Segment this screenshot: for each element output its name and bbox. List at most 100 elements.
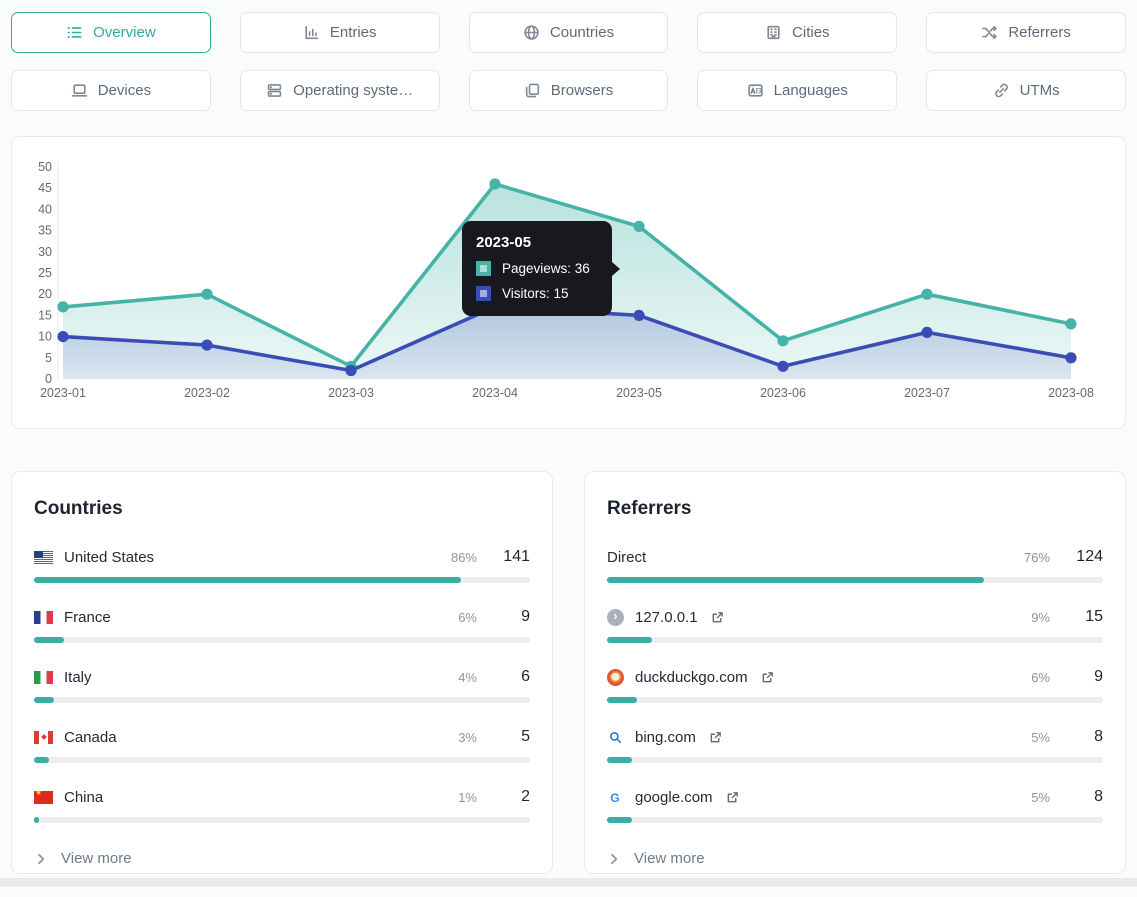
svg-text:15: 15: [38, 308, 52, 322]
row-progress-track: [607, 817, 1103, 823]
svg-text:40: 40: [38, 202, 52, 216]
svg-text:0: 0: [45, 372, 52, 386]
row-progress-fill: [607, 757, 632, 763]
svg-text:G: G: [610, 790, 619, 804]
countries-row[interactable]: Canada 3% 5: [34, 727, 530, 763]
view-more-label: View more: [634, 850, 705, 867]
flag-ca-icon: [34, 730, 53, 744]
chart-tooltip: 2023-05 Pageviews: 36 Visitors: 15: [462, 221, 620, 316]
flag-fr-icon: [34, 610, 53, 624]
external-link-icon[interactable]: [709, 731, 722, 744]
row-percent: 86%: [450, 549, 477, 565]
row-top: Direct 76% 124: [607, 547, 1103, 567]
countries-row[interactable]: Italy 4% 6: [34, 667, 530, 703]
row-name[interactable]: Canada: [64, 729, 117, 746]
row-name[interactable]: Direct: [607, 549, 646, 566]
referrers-row[interactable]: › 127.0.0.1 9% 15: [607, 607, 1103, 643]
row-top: Italy 4% 6: [34, 667, 530, 687]
tab-devices[interactable]: Devices: [11, 70, 211, 111]
row-progress-fill: [607, 697, 637, 703]
row-percent: 5%: [1031, 789, 1050, 805]
row-name[interactable]: United States: [64, 549, 154, 566]
svg-text:5: 5: [45, 351, 52, 365]
flag-cn-icon: [34, 790, 53, 804]
row-value: 5: [521, 728, 530, 745]
next-section-edge: [0, 878, 1137, 887]
row-value: 6: [521, 668, 530, 685]
tooltip-row-text: Visitors: 15: [502, 286, 569, 301]
tab-referrers[interactable]: Referrers: [926, 12, 1126, 53]
svg-text:25: 25: [38, 266, 52, 280]
svg-text:30: 30: [38, 245, 52, 259]
referrers-row[interactable]: bing.com 5% 8: [607, 727, 1103, 763]
row-name[interactable]: bing.com: [635, 729, 696, 746]
countries-title: Countries: [34, 498, 123, 519]
external-link-icon[interactable]: [711, 611, 724, 624]
referrers-card: Referrers Direct 76% 124 › 127.0.0.1 9% 15 duckd…: [584, 471, 1126, 874]
chart-icon: [303, 24, 320, 41]
tab-label: Browsers: [550, 82, 614, 99]
row-name[interactable]: France: [64, 609, 111, 626]
globe-icon: [523, 24, 540, 41]
tab-label: Devices: [97, 82, 152, 99]
row-value: 9: [521, 608, 530, 625]
tab-cities[interactable]: Cities: [697, 12, 898, 53]
row-top: Canada 3% 5: [34, 727, 530, 747]
countries-row[interactable]: France 6% 9: [34, 607, 530, 643]
svg-text:2023-03: 2023-03: [328, 386, 374, 400]
row-percent: 6%: [1031, 669, 1050, 685]
tab-operating-systems[interactable]: Operating syste…: [239, 70, 440, 111]
countries-row[interactable]: United States 86% 141: [34, 547, 530, 583]
row-name[interactable]: China: [64, 789, 103, 806]
countries-view-more-link[interactable]: View more: [34, 850, 530, 867]
row-progress-track: [34, 757, 530, 763]
row-progress-track: [607, 637, 1103, 643]
row-name[interactable]: 127.0.0.1: [635, 609, 698, 626]
svg-text:45: 45: [38, 181, 52, 195]
tab-languages[interactable]: Languages: [697, 70, 898, 111]
chevron-right-icon: [607, 852, 621, 866]
tab-label: Overview: [93, 24, 156, 41]
translate-icon: [747, 82, 764, 99]
list-icon: [66, 24, 83, 41]
row-progress-fill: [34, 637, 64, 643]
external-link-icon[interactable]: [726, 791, 739, 804]
tab-countries[interactable]: Countries: [468, 12, 669, 53]
report-tabs: Overview Entries Countries Cities Referrers D…: [11, 12, 1126, 111]
row-value: 124: [1076, 548, 1103, 565]
referrers-row[interactable]: Direct 76% 124: [607, 547, 1103, 583]
countries-row[interactable]: China 1% 2: [34, 787, 530, 823]
referrers-row[interactable]: Ggoogle.com 5% 8: [607, 787, 1103, 823]
row-progress-fill: [34, 757, 49, 763]
tab-entries[interactable]: Entries: [239, 12, 440, 53]
row-name[interactable]: Italy: [64, 669, 92, 686]
row-percent: 4%: [458, 669, 477, 685]
external-link-icon[interactable]: [761, 671, 774, 684]
row-top: › 127.0.0.1 9% 15: [607, 607, 1103, 627]
row-progress-track: [34, 697, 530, 703]
referrers-row[interactable]: duckduckgo.com 6% 9: [607, 667, 1103, 703]
svg-text:2023-06: 2023-06: [760, 386, 806, 400]
shuffle-icon: [981, 24, 998, 41]
svg-text:2023-04: 2023-04: [472, 386, 518, 400]
row-percent: 3%: [458, 729, 477, 745]
row-progress-fill: [607, 577, 984, 583]
series-legend-swatch: [476, 286, 491, 301]
row-name[interactable]: duckduckgo.com: [635, 669, 748, 686]
tab-overview[interactable]: Overview: [11, 12, 211, 53]
tab-utms[interactable]: UTMs: [926, 70, 1126, 111]
row-progress-fill: [607, 637, 652, 643]
row-progress-fill: [34, 577, 461, 583]
pages-icon: [524, 82, 541, 99]
row-progress-track: [607, 577, 1103, 583]
svg-text:2023-05: 2023-05: [616, 386, 662, 400]
tab-browsers[interactable]: Browsers: [468, 70, 669, 111]
row-value: 8: [1094, 728, 1103, 745]
chevron-right-icon: [34, 852, 48, 866]
row-top: China 1% 2: [34, 787, 530, 807]
row-name[interactable]: google.com: [635, 789, 713, 806]
svg-text:10: 10: [38, 330, 52, 344]
referrers-view-more-link[interactable]: View more: [607, 850, 1103, 867]
row-value: 15: [1085, 608, 1103, 625]
favicon-default-icon: ›: [607, 608, 624, 626]
